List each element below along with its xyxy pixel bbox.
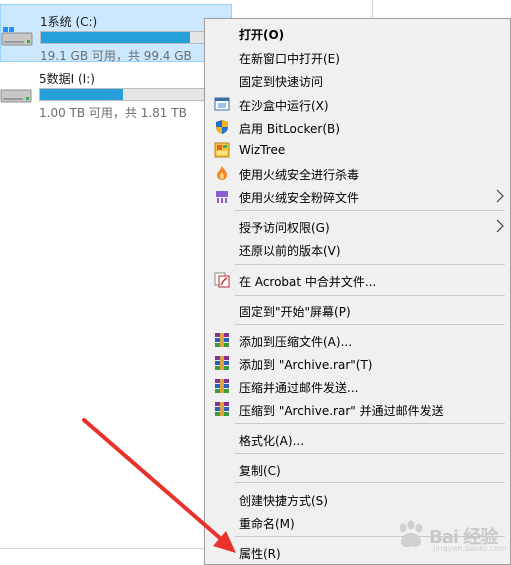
drive-i[interactable]: 5数据I (I:) 1.00 TB 可用，共 1.81 TB	[0, 62, 232, 120]
menu-separator	[235, 482, 505, 483]
winrar-icon	[215, 402, 229, 416]
sandbox-icon	[214, 97, 230, 111]
hard-drive-windows-icon	[1, 27, 33, 46]
menu-item-label: 使用火绒安全粉碎文件	[239, 191, 360, 205]
menu-item-label: 格式化(A)...	[239, 434, 305, 448]
menu-item-label: 启用 BitLocker(B)	[239, 122, 340, 136]
menu-item-open[interactable]: 打开(O)	[205, 22, 510, 44]
menu-item-label: 添加到 "Archive.rar"(T)	[239, 358, 373, 372]
menu-item-add-archive-rar[interactable]: 添加到 "Archive.rar"(T)	[205, 352, 510, 374]
menu-item-pin-start[interactable]: 固定到"开始"屏幕(P)	[205, 299, 510, 321]
menu-item-label: 在沙盒中运行(X)	[239, 99, 329, 113]
drive-usage-bar	[40, 31, 226, 44]
menu-item-wiztree[interactable]: WizTree	[205, 139, 510, 161]
menu-item-label: 复制(C)	[239, 464, 281, 478]
menu-item-open-new-window[interactable]: 在新窗口中打开(E)	[205, 46, 510, 68]
context-menu: 打开(O) 在新窗口中打开(E) 固定到快速访问 在沙盒中运行(X) 启用 Bi…	[204, 18, 511, 565]
menu-item-compress-email[interactable]: 压缩并通过邮件发送...	[205, 375, 510, 397]
menu-item-label: 属性(R)	[239, 547, 281, 561]
menu-item-label: 固定到快速访问	[239, 75, 324, 89]
drive-space-text: 1.00 TB 可用，共 1.81 TB	[39, 106, 187, 120]
menu-item-compress-rar-email[interactable]: 压缩到 "Archive.rar" 并通过邮件发送	[205, 398, 510, 420]
menu-item-grant-access[interactable]: 授予访问权限(G)	[205, 215, 510, 237]
menu-item-format[interactable]: 格式化(A)...	[205, 428, 510, 450]
menu-item-label: 打开(O)	[239, 28, 285, 42]
menu-item-huorong-shred[interactable]: 使用火绒安全粉碎文件	[205, 185, 510, 207]
menu-item-label: 授予访问权限(G)	[239, 221, 330, 235]
watermark-subtext: jingyan.baidu.com	[433, 544, 507, 553]
drive-usage-fill	[40, 89, 123, 100]
menu-item-label: 还原以前的版本(V)	[239, 244, 341, 258]
menu-separator	[235, 264, 505, 265]
drive-c[interactable]: 1系统 (C:) 19.1 GB 可用，共 99.4 GB	[0, 4, 232, 63]
menu-item-label: 使用火绒安全进行杀毒	[239, 168, 360, 182]
menu-item-acrobat-merge[interactable]: 在 Acrobat 中合并文件...	[205, 269, 510, 291]
menu-separator	[235, 324, 505, 325]
menu-item-run-sandbox[interactable]: 在沙盒中运行(X)	[205, 93, 510, 115]
menu-item-bitlocker[interactable]: 启用 BitLocker(B)	[205, 116, 510, 138]
menu-item-label: 在 Acrobat 中合并文件...	[239, 275, 377, 289]
menu-item-restore-versions[interactable]: 还原以前的版本(V)	[205, 238, 510, 260]
baidu-jingyan-watermark: Bai 经验 jingyan.baidu.com	[393, 517, 511, 553]
menu-separator	[235, 453, 505, 454]
menu-item-label: 重命名(M)	[239, 517, 295, 531]
chevron-right-icon	[496, 219, 504, 233]
chevron-right-icon	[496, 189, 504, 203]
shredder-icon	[216, 191, 228, 203]
menu-item-label: 压缩并通过邮件发送...	[239, 381, 359, 395]
menu-item-label: WizTree	[239, 143, 286, 157]
menu-item-label: 压缩到 "Archive.rar" 并通过邮件发送	[239, 404, 444, 418]
menu-item-label: 在新窗口中打开(E)	[239, 52, 340, 66]
menu-item-label: 添加到压缩文件(A)...	[239, 335, 353, 349]
drive-usage-fill	[41, 32, 191, 43]
menu-separator	[235, 210, 505, 211]
menu-item-label: 创建快捷方式(S)	[239, 494, 328, 508]
menu-item-create-shortcut[interactable]: 创建快捷方式(S)	[205, 488, 510, 510]
menu-item-huorong-scan[interactable]: 使用火绒安全进行杀毒	[205, 162, 510, 184]
menu-item-pin-quick-access[interactable]: 固定到快速访问	[205, 69, 510, 91]
flame-icon	[217, 166, 227, 180]
menu-item-add-archive[interactable]: 添加到压缩文件(A)...	[205, 329, 510, 351]
drive-name: 5数据I (I:)	[39, 72, 95, 86]
acrobat-icon	[214, 272, 230, 288]
menu-separator	[235, 423, 505, 424]
drive-name: 1系统 (C:)	[40, 15, 98, 29]
paw-logo-icon	[399, 520, 423, 547]
menu-item-copy[interactable]: 复制(C)	[205, 458, 510, 480]
shield-icon	[216, 120, 228, 134]
drive-usage-bar	[39, 88, 225, 101]
winrar-icon	[215, 379, 229, 393]
winrar-icon	[215, 333, 229, 347]
hard-drive-icon	[0, 89, 32, 103]
winrar-icon	[215, 356, 229, 370]
menu-item-label: 固定到"开始"屏幕(P)	[239, 305, 351, 319]
menu-separator	[235, 295, 505, 296]
pane-divider	[372, 0, 373, 20]
wiztree-icon	[214, 142, 230, 158]
